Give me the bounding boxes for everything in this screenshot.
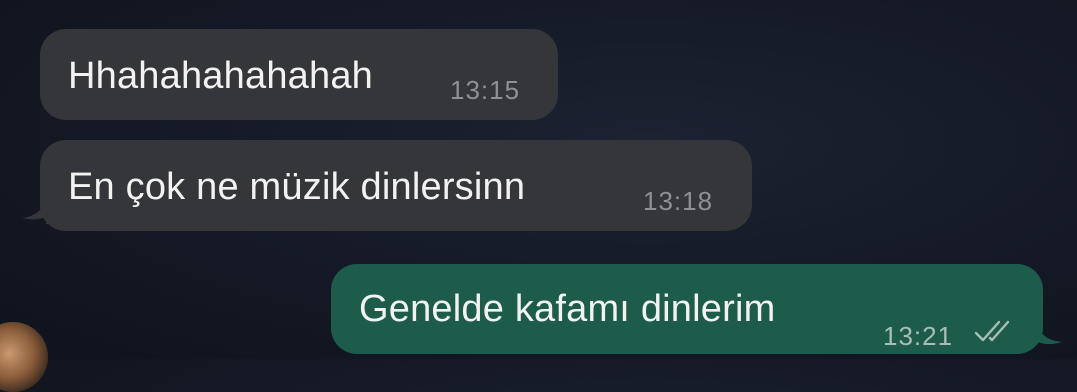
message-timestamp: 13:21 <box>883 321 954 351</box>
double-check-icon <box>974 320 1010 342</box>
message-bubble-incoming[interactable]: En çok ne müzik dinlersinn 13:18 <box>40 140 752 231</box>
message-text: En çok ne müzik dinlersinn <box>68 166 526 208</box>
message-text: Hhahahahahahah <box>68 55 373 97</box>
bubble-tail <box>22 194 48 224</box>
bubble-tail <box>1036 318 1062 345</box>
message-timestamp: 13:18 <box>643 186 714 216</box>
chat-thread: Hhahahahahahah 13:15 En çok ne müzik din… <box>0 0 1077 392</box>
message-bubble-incoming[interactable]: Hhahahahahahah 13:15 <box>40 29 558 120</box>
message-bubble-outgoing[interactable]: Genelde kafamı dinlerim 13:21 <box>331 264 1043 354</box>
contact-avatar[interactable] <box>0 322 48 392</box>
message-text: Genelde kafamı dinlerim <box>359 288 776 330</box>
message-timestamp: 13:15 <box>450 75 521 105</box>
